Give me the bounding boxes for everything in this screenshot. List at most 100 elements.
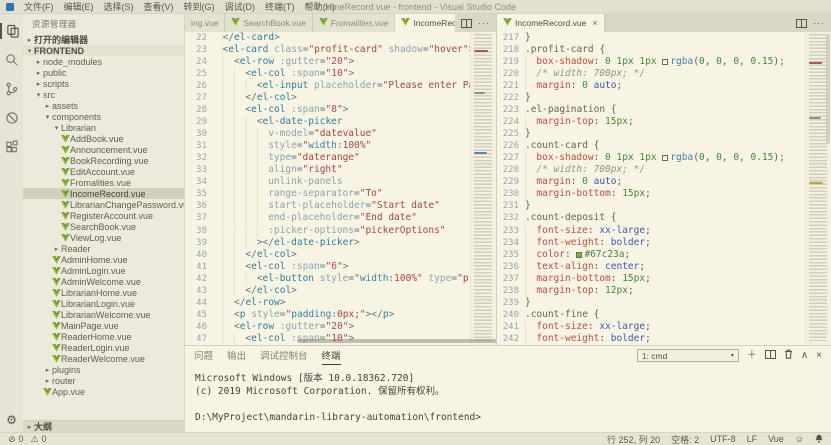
menu-item[interactable]: 查看(V) bbox=[139, 0, 179, 13]
menu-item[interactable]: 选择(S) bbox=[99, 0, 139, 13]
tab[interactable]: SearchBook.vue bbox=[225, 14, 312, 32]
open-editors-section[interactable]: ▸ 打开的编辑器 bbox=[23, 34, 184, 45]
code-line[interactable]: end-placeholder="End date" bbox=[213, 212, 470, 224]
indentation[interactable]: 空格: 2 bbox=[671, 433, 699, 445]
feedback-icon[interactable]: ☺ bbox=[795, 434, 804, 444]
code-line[interactable]: unlink-panels bbox=[213, 176, 470, 188]
code-line[interactable]: :picker-options="pickerOptions" bbox=[213, 225, 470, 237]
panel-tab[interactable]: 输出 bbox=[227, 346, 246, 365]
tree-item[interactable]: LibrarianLogin.vue bbox=[23, 298, 184, 309]
problems-status[interactable]: ⊘ 0 ⚠ 0 bbox=[8, 434, 47, 445]
settings-gear-icon[interactable]: ⚙ bbox=[6, 414, 17, 426]
code-line[interactable]: margin-top: 12px; bbox=[525, 285, 785, 297]
tree-item[interactable]: Announcement.vue bbox=[23, 144, 184, 155]
code-line[interactable]: <el-col :span="6"> bbox=[213, 261, 470, 273]
tree-item[interactable]: AdminWelcome.vue bbox=[23, 276, 184, 287]
code-line[interactable]: } bbox=[525, 32, 785, 44]
code-line[interactable]: font-size: xx-large; bbox=[525, 225, 785, 237]
notifications-icon[interactable] bbox=[815, 434, 823, 445]
code-line[interactable]: <el-card class="profit-card" shadow="hov… bbox=[213, 44, 470, 56]
explorer-icon[interactable] bbox=[0, 23, 23, 39]
tree-item[interactable]: RegisterAccount.vue bbox=[23, 210, 184, 221]
code-line[interactable]: .count-fine { bbox=[525, 309, 785, 321]
tree-item[interactable]: LibrarianHome.vue bbox=[23, 287, 184, 298]
tree-item[interactable]: ReaderHome.vue bbox=[23, 331, 184, 342]
tree-item[interactable]: ▸public bbox=[23, 67, 184, 78]
code-line[interactable]: margin: 0 auto; bbox=[525, 176, 785, 188]
close-icon[interactable]: × bbox=[592, 18, 597, 28]
menu-item[interactable]: 编辑(E) bbox=[59, 0, 99, 13]
code-line[interactable]: .count-card { bbox=[525, 140, 785, 152]
panel-tab[interactable]: 调试控制台 bbox=[260, 346, 308, 365]
tree-item[interactable]: Fromalities.vue bbox=[23, 177, 184, 188]
code-line[interactable]: <el-col :span="8"> bbox=[213, 104, 470, 116]
tree-item[interactable]: LibrarianChangePassword.vue bbox=[23, 199, 184, 210]
panel-tab[interactable]: 终端 bbox=[322, 346, 341, 365]
extensions-icon[interactable] bbox=[0, 139, 23, 155]
tree-item[interactable]: ▾components bbox=[23, 111, 184, 122]
code-line[interactable]: box-shadow: 0 1px 1px rgba(0, 0, 0, 0.15… bbox=[525, 56, 785, 68]
tree-item[interactable]: App.vue bbox=[23, 386, 184, 397]
tree-item[interactable]: ViewLog.vue bbox=[23, 232, 184, 243]
code-line[interactable]: range-separator="To" bbox=[213, 188, 470, 200]
cursor-position[interactable]: 行 252, 列 20 bbox=[607, 433, 660, 445]
tree-item[interactable]: MainPage.vue bbox=[23, 320, 184, 331]
tab[interactable]: IncomeRecord.vue× bbox=[497, 14, 605, 32]
editor-1[interactable]: 2223242526272829303132333435363738394041… bbox=[185, 32, 496, 345]
terminal-picker[interactable]: 1: cmd ▾ bbox=[637, 349, 739, 362]
source-control-icon[interactable] bbox=[0, 81, 23, 97]
code-line[interactable]: font-weight: bolder; bbox=[525, 237, 785, 249]
panel-tab[interactable]: 问题 bbox=[194, 346, 213, 365]
code-line[interactable]: font-weight: bolder; bbox=[525, 333, 785, 345]
code-line[interactable]: <el-row :gutter="20"> bbox=[213, 56, 470, 68]
vertical-scrollbar[interactable] bbox=[826, 34, 830, 144]
tab[interactable]: IncomeRecord.vue● bbox=[395, 14, 455, 32]
code-line[interactable]: } bbox=[525, 128, 785, 140]
code-line[interactable]: <el-input placeholder="Please enter Paym… bbox=[213, 80, 470, 92]
code-line[interactable]: } bbox=[525, 92, 785, 104]
code-line[interactable]: margin: 0 auto; bbox=[525, 80, 785, 92]
code-line[interactable]: /* width: 700px; */ bbox=[525, 164, 785, 176]
tree-item[interactable]: IncomeRecord.vue bbox=[23, 188, 184, 199]
new-terminal-icon[interactable]: ＋ bbox=[747, 351, 757, 361]
menu-item[interactable]: 终端(T) bbox=[260, 0, 300, 13]
tab[interactable]: Fromalities.vue bbox=[313, 14, 396, 32]
code-line[interactable]: box-shadow: 0 1px 1px rgba(0, 0, 0, 0.15… bbox=[525, 152, 785, 164]
tree-item[interactable]: BookRecording.vue bbox=[23, 155, 184, 166]
code-line[interactable]: } bbox=[525, 297, 785, 309]
split-terminal-icon[interactable] bbox=[765, 350, 776, 362]
code-line[interactable]: margin-top: 15px; bbox=[525, 116, 785, 128]
tree-item[interactable]: AddBook.vue bbox=[23, 133, 184, 144]
maximize-panel-icon[interactable]: ∧ bbox=[801, 351, 808, 361]
code-line[interactable]: <el-row :gutter="20"> bbox=[213, 321, 470, 333]
code-line[interactable]: margin-bottom: 15px; bbox=[525, 273, 785, 285]
code-line[interactable]: <p style="padding:0px;"></p> bbox=[213, 309, 470, 321]
editor-2[interactable]: 2172182192202212222232242252262272282292… bbox=[497, 32, 831, 345]
language-mode[interactable]: Vue bbox=[768, 434, 784, 444]
outline-section[interactable]: ▸ 大纲 bbox=[23, 420, 184, 432]
code-line[interactable]: </el-card> bbox=[213, 32, 470, 44]
code-line[interactable]: <el-date-picker bbox=[213, 116, 470, 128]
terminal-output[interactable]: Microsoft Windows [版本 10.0.18362.720](c)… bbox=[185, 365, 831, 431]
tree-item[interactable]: EditAccount.vue bbox=[23, 166, 184, 177]
tree-item[interactable]: ▾Librarian bbox=[23, 122, 184, 133]
split-editor-icon[interactable] bbox=[796, 19, 807, 28]
kill-terminal-icon[interactable] bbox=[784, 349, 793, 362]
code-line[interactable]: .count-deposit { bbox=[525, 212, 785, 224]
code-line[interactable]: <el-button style="width:100%" type="prim… bbox=[213, 273, 470, 285]
tree-item[interactable]: ▸router bbox=[23, 375, 184, 386]
minimap-1[interactable] bbox=[470, 32, 496, 345]
more-actions-icon[interactable]: ··· bbox=[813, 18, 825, 28]
code-line[interactable]: ></el-date-picker> bbox=[213, 237, 470, 249]
menu-item[interactable]: 转到(G) bbox=[179, 0, 220, 13]
code-line[interactable]: .profit-card { bbox=[525, 44, 785, 56]
code-line[interactable]: <el-col :span="10"> bbox=[213, 68, 470, 80]
code-line[interactable]: } bbox=[525, 200, 785, 212]
code-line[interactable]: </el-col> bbox=[213, 249, 470, 261]
code-line[interactable]: </el-col> bbox=[213, 92, 470, 104]
code-line[interactable]: style="width:100%" bbox=[213, 140, 470, 152]
encoding[interactable]: UTF-8 bbox=[710, 434, 736, 444]
tree-item[interactable]: ▸scripts bbox=[23, 78, 184, 89]
menu-item[interactable]: 调试(D) bbox=[220, 0, 261, 13]
code-line[interactable]: </el-row> bbox=[213, 297, 470, 309]
